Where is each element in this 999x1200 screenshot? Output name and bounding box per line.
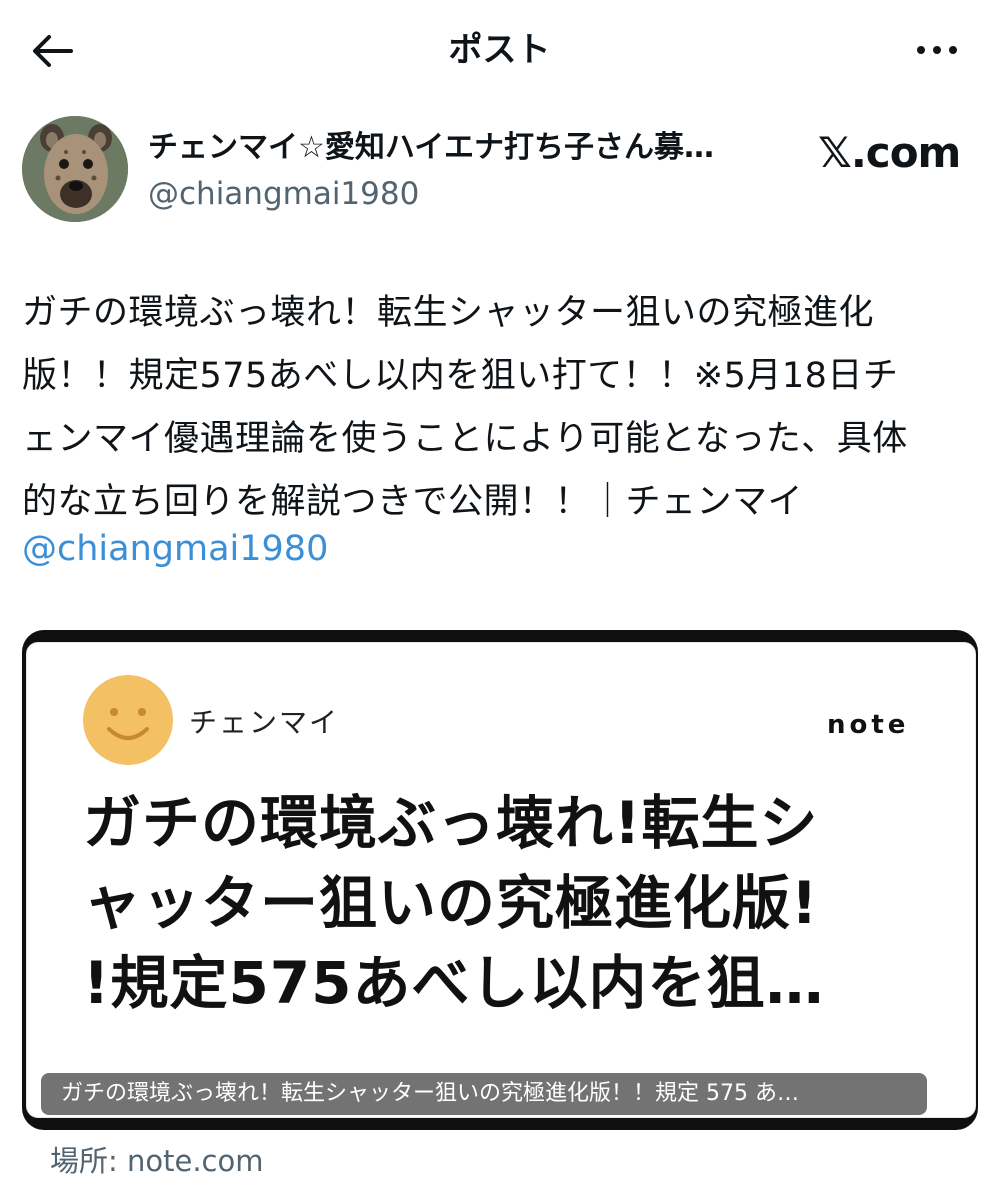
mention-link[interactable]: @chiangmai1980 bbox=[22, 524, 328, 574]
top-bar: ポスト bbox=[0, 0, 999, 100]
page-title: ポスト bbox=[448, 30, 551, 70]
card-author: チェンマイ bbox=[189, 706, 340, 739]
display-name[interactable]: チェンマイ☆愛知ハイエナ打ち子さん募… bbox=[148, 126, 798, 170]
more-options-button[interactable] bbox=[907, 30, 967, 70]
tweet-text: ガチの環境ぶっ壊れ！転生シャッター狙いの究極進化 版！！規定575あべし以内を狙… bbox=[22, 282, 982, 534]
user-handle[interactable]: @chiangmai1980 bbox=[148, 172, 419, 216]
headline-line: !規定575あべし以内を狙… bbox=[83, 949, 825, 1017]
card-thumbnail: チェンマイ note ガチの環境ぶっ壊れ!転生シ ャッター狙いの究極進化版! !… bbox=[26, 642, 976, 1118]
card-headline: ガチの環境ぶっ壊れ!転生シ ャッター狙いの究極進化版! !規定575あべし以内を… bbox=[83, 783, 943, 1023]
hyena-avatar-icon bbox=[22, 116, 128, 222]
tweet-line: 版！！規定575あべし以内を狙い打て！！※5月18日チ bbox=[22, 356, 899, 396]
ellipsis-dot bbox=[933, 46, 941, 54]
ellipsis-icon bbox=[917, 46, 925, 54]
ellipsis-dot bbox=[949, 46, 957, 54]
avatar[interactable] bbox=[22, 116, 128, 222]
note-logo: note bbox=[827, 710, 910, 740]
card-source[interactable]: 場所: note.com bbox=[50, 1140, 263, 1182]
tweet-line: ェンマイ優遇理論を使うことにより可能となった、具体 bbox=[22, 419, 908, 459]
tweet-line: ガチの環境ぶっ壊れ！転生シャッター狙いの究極進化 bbox=[22, 293, 875, 333]
x-com-logo: 𝕏.com bbox=[818, 128, 961, 177]
headline-line: ガチの環境ぶっ壊れ!転生シ bbox=[83, 789, 819, 857]
link-preview-card[interactable]: チェンマイ note ガチの環境ぶっ壊れ!転生シ ャッター狙いの究極進化版! !… bbox=[22, 630, 978, 1130]
card-caption: ガチの環境ぶっ壊れ！転生シャッター狙いの究極進化版！！規定 575 あ… bbox=[41, 1073, 927, 1115]
smiley-avatar-icon bbox=[83, 675, 173, 765]
headline-line: ャッター狙いの究極進化版! bbox=[83, 869, 819, 937]
